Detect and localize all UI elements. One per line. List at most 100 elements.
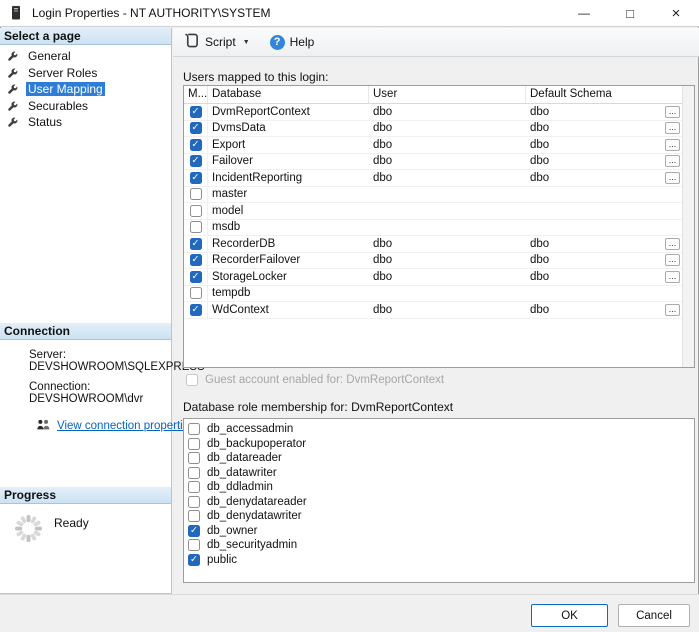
app-icon — [9, 5, 23, 21]
table-row[interactable]: ✓Failoverdbodbo... — [184, 154, 694, 171]
role-item-db_denydatawriter[interactable]: db_denydatawriter — [184, 509, 694, 524]
schema-browse-button[interactable]: ... — [665, 155, 680, 167]
role-item-db_datawriter[interactable]: db_datawriter — [184, 466, 694, 481]
map-cell: ✓ — [184, 154, 208, 170]
table-row[interactable]: ✓WdContextdbodbo... — [184, 302, 694, 319]
role-checkbox[interactable] — [188, 481, 200, 493]
map-checkbox[interactable]: ✓ — [190, 271, 202, 283]
table-row[interactable]: tempdb — [184, 286, 694, 303]
map-cell: ✓ — [184, 170, 208, 186]
user-mapping-table: M...DatabaseUserDefault Schema ✓DvmRepor… — [183, 85, 695, 368]
progress-section: Progress Ready — [0, 487, 171, 549]
table-row[interactable]: ✓DvmsDatadbodbo... — [184, 121, 694, 138]
map-checkbox[interactable]: ✓ — [190, 172, 202, 184]
progress-header: Progress — [0, 487, 171, 504]
table-body: ✓DvmReportContextdbodbo...✓DvmsDatadbodb… — [184, 104, 694, 319]
schema-browse-button[interactable]: ... — [665, 172, 680, 184]
role-checkbox[interactable] — [188, 496, 200, 508]
map-cell: ✓ — [184, 253, 208, 269]
table-row[interactable]: ✓StorageLockerdbodbo... — [184, 269, 694, 286]
table-vertical-scrollbar[interactable] — [682, 86, 694, 367]
sidebar-item-status[interactable]: Status — [0, 114, 171, 131]
table-row[interactable]: ✓IncidentReportingdbodbo... — [184, 170, 694, 187]
default-schema-value: dbo — [530, 139, 549, 151]
map-checkbox[interactable]: ✓ — [190, 139, 202, 151]
table-row[interactable]: ✓Exportdbodbo... — [184, 137, 694, 154]
map-checkbox[interactable] — [190, 287, 202, 299]
role-checkbox[interactable]: ✓ — [188, 554, 200, 566]
role-item-db_ddladmin[interactable]: db_ddladmin — [184, 480, 694, 495]
role-item-db_denydatareader[interactable]: db_denydatareader — [184, 495, 694, 510]
left-panel: Select a page GeneralServer RolesUser Ma… — [0, 28, 172, 594]
ok-button[interactable]: OK — [531, 604, 608, 627]
column-header: User — [369, 86, 526, 103]
role-checkbox[interactable] — [188, 438, 200, 450]
default-schema-cell: dbo... — [526, 253, 694, 269]
sidebar-item-label: Server Roles — [26, 66, 99, 80]
sidebar-item-general[interactable]: General — [0, 48, 171, 65]
sidebar-item-server-roles[interactable]: Server Roles — [0, 65, 171, 82]
sidebar-item-label: User Mapping — [26, 82, 105, 96]
column-header: M... — [184, 86, 208, 103]
user-cell: dbo — [369, 121, 526, 137]
schema-browse-button[interactable]: ... — [665, 139, 680, 151]
role-checkbox[interactable] — [188, 539, 200, 551]
schema-browse-button[interactable]: ... — [665, 304, 680, 316]
guest-account-checkbox — [186, 374, 198, 386]
view-connection-properties-link[interactable]: View connection properties — [57, 420, 195, 432]
table-row[interactable]: ✓RecorderDBdbodbo... — [184, 236, 694, 253]
role-item-public[interactable]: ✓public — [184, 553, 694, 568]
help-button[interactable]: ? Help — [266, 32, 319, 53]
default-schema-cell: dbo... — [526, 170, 694, 186]
default-schema-value: dbo — [530, 271, 549, 283]
map-checkbox[interactable] — [190, 221, 202, 233]
default-schema-cell: dbo... — [526, 269, 694, 285]
map-checkbox[interactable] — [190, 188, 202, 200]
connection-header: Connection — [0, 323, 171, 340]
role-checkbox[interactable] — [188, 452, 200, 464]
script-button[interactable]: Script ▼ — [180, 30, 254, 54]
cancel-button[interactable]: Cancel — [618, 604, 690, 627]
close-button[interactable]: × — [653, 0, 699, 26]
schema-browse-button[interactable]: ... — [665, 106, 680, 118]
role-item-db_owner[interactable]: ✓db_owner — [184, 524, 694, 539]
role-item-db_accessadmin[interactable]: db_accessadmin — [184, 422, 694, 437]
role-checkbox[interactable] — [188, 423, 200, 435]
toolbar: Script ▼ ? Help — [173, 28, 699, 57]
map-checkbox[interactable]: ✓ — [190, 254, 202, 266]
role-membership-list: db_accessadmindb_backupoperatordb_datare… — [183, 418, 695, 583]
schema-browse-button[interactable]: ... — [665, 122, 680, 134]
map-checkbox[interactable]: ✓ — [190, 106, 202, 118]
wrench-icon — [7, 67, 20, 79]
map-checkbox[interactable]: ✓ — [190, 155, 202, 167]
schema-browse-button[interactable]: ... — [665, 271, 680, 283]
maximize-button[interactable]: □ — [607, 0, 653, 26]
role-checkbox[interactable] — [188, 467, 200, 479]
login-properties-dialog: Login Properties - NT AUTHORITY\SYSTEM —… — [0, 0, 699, 632]
role-item-db_datareader[interactable]: db_datareader — [184, 451, 694, 466]
role-item-db_securityadmin[interactable]: db_securityadmin — [184, 538, 694, 553]
role-item-db_backupoperator[interactable]: db_backupoperator — [184, 437, 694, 452]
map-checkbox[interactable] — [190, 205, 202, 217]
table-row[interactable]: model — [184, 203, 694, 220]
user-cell — [369, 187, 526, 203]
minimize-button[interactable]: — — [561, 0, 607, 26]
default-schema-cell: dbo... — [526, 121, 694, 137]
map-cell: ✓ — [184, 137, 208, 153]
table-row[interactable]: ✓DvmReportContextdbodbo... — [184, 104, 694, 121]
map-checkbox[interactable]: ✓ — [190, 304, 202, 316]
table-row[interactable]: ✓RecorderFailoverdbodbo... — [184, 253, 694, 270]
role-checkbox[interactable]: ✓ — [188, 525, 200, 537]
table-row[interactable]: master — [184, 187, 694, 204]
map-checkbox[interactable]: ✓ — [190, 122, 202, 134]
default-schema-value: dbo — [530, 254, 549, 266]
sidebar-item-securables[interactable]: Securables — [0, 98, 171, 115]
schema-browse-button[interactable]: ... — [665, 254, 680, 266]
window-title: Login Properties - NT AUTHORITY\SYSTEM — [32, 6, 271, 20]
table-row[interactable]: msdb — [184, 220, 694, 237]
role-checkbox[interactable] — [188, 510, 200, 522]
schema-browse-button[interactable]: ... — [665, 238, 680, 250]
map-checkbox[interactable]: ✓ — [190, 238, 202, 250]
sidebar-item-user-mapping[interactable]: User Mapping — [0, 81, 171, 98]
user-cell: dbo — [369, 154, 526, 170]
